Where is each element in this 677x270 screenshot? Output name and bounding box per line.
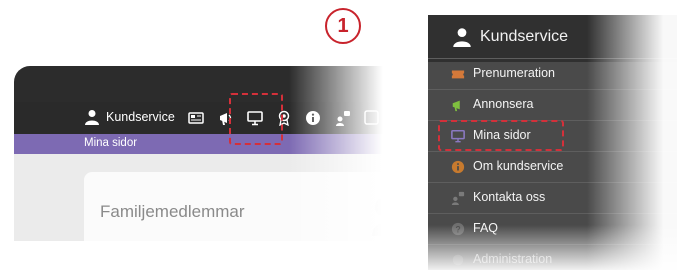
menu-title: Kundservice (480, 28, 569, 45)
highlight-box-menu-item (438, 120, 564, 151)
user-icon (85, 110, 99, 125)
top-toolbar: Kundservice (14, 102, 399, 134)
question-icon: ? (451, 222, 465, 236)
menu-item-annonsera[interactable]: Annonsera (428, 89, 677, 121)
contact-icon[interactable] (335, 110, 351, 126)
step-badge: 1 (325, 8, 361, 44)
menu-item-faq[interactable]: ? FAQ (428, 213, 677, 245)
highlight-box-toolbar (229, 93, 283, 145)
faq-icon[interactable] (364, 110, 380, 126)
user-silhouette-icon (372, 198, 392, 236)
info-icon[interactable] (305, 110, 321, 126)
breadcrumb-bar: Mina sidor (14, 134, 399, 154)
menu-item-administration[interactable]: Administration (428, 244, 677, 270)
kundservice-label: Kundservice (106, 110, 175, 124)
ticket-icon (451, 70, 465, 79)
menu-item-label: Prenumeration (473, 66, 555, 80)
breadcrumb: Mina sidor (84, 137, 138, 149)
user-icon (453, 28, 471, 47)
admin-icon (452, 254, 464, 266)
browser-preview: Kundservice Mina sidor Familjemedlemmar (14, 66, 399, 241)
newspaper-icon[interactable] (188, 110, 204, 126)
menu-item-label: Om kundservice (473, 159, 564, 173)
menu-item-kontakta-oss[interactable]: Kontakta oss (428, 182, 677, 214)
menu-item-om-kundservice[interactable]: Om kundservice (428, 151, 677, 183)
contact-icon (451, 191, 465, 205)
info-icon (451, 160, 465, 174)
svg-text:?: ? (455, 225, 460, 235)
card-title: Familjemedlemmar (100, 202, 245, 221)
menu-item-label: Administration (473, 252, 553, 266)
menu-header[interactable]: Kundservice (428, 15, 677, 62)
kundservice-menu-button[interactable]: Kundservice (84, 109, 175, 125)
family-members-card: Familjemedlemmar (84, 172, 399, 241)
menu-item-label: Annonsera (473, 97, 534, 111)
menu-item-prenumeration[interactable]: Prenumeration (428, 58, 677, 90)
megaphone-icon (452, 100, 460, 112)
menu-item-label: Kontakta oss (473, 190, 546, 204)
menu-item-label: FAQ (473, 221, 499, 235)
content-area: Familjemedlemmar (14, 154, 399, 241)
